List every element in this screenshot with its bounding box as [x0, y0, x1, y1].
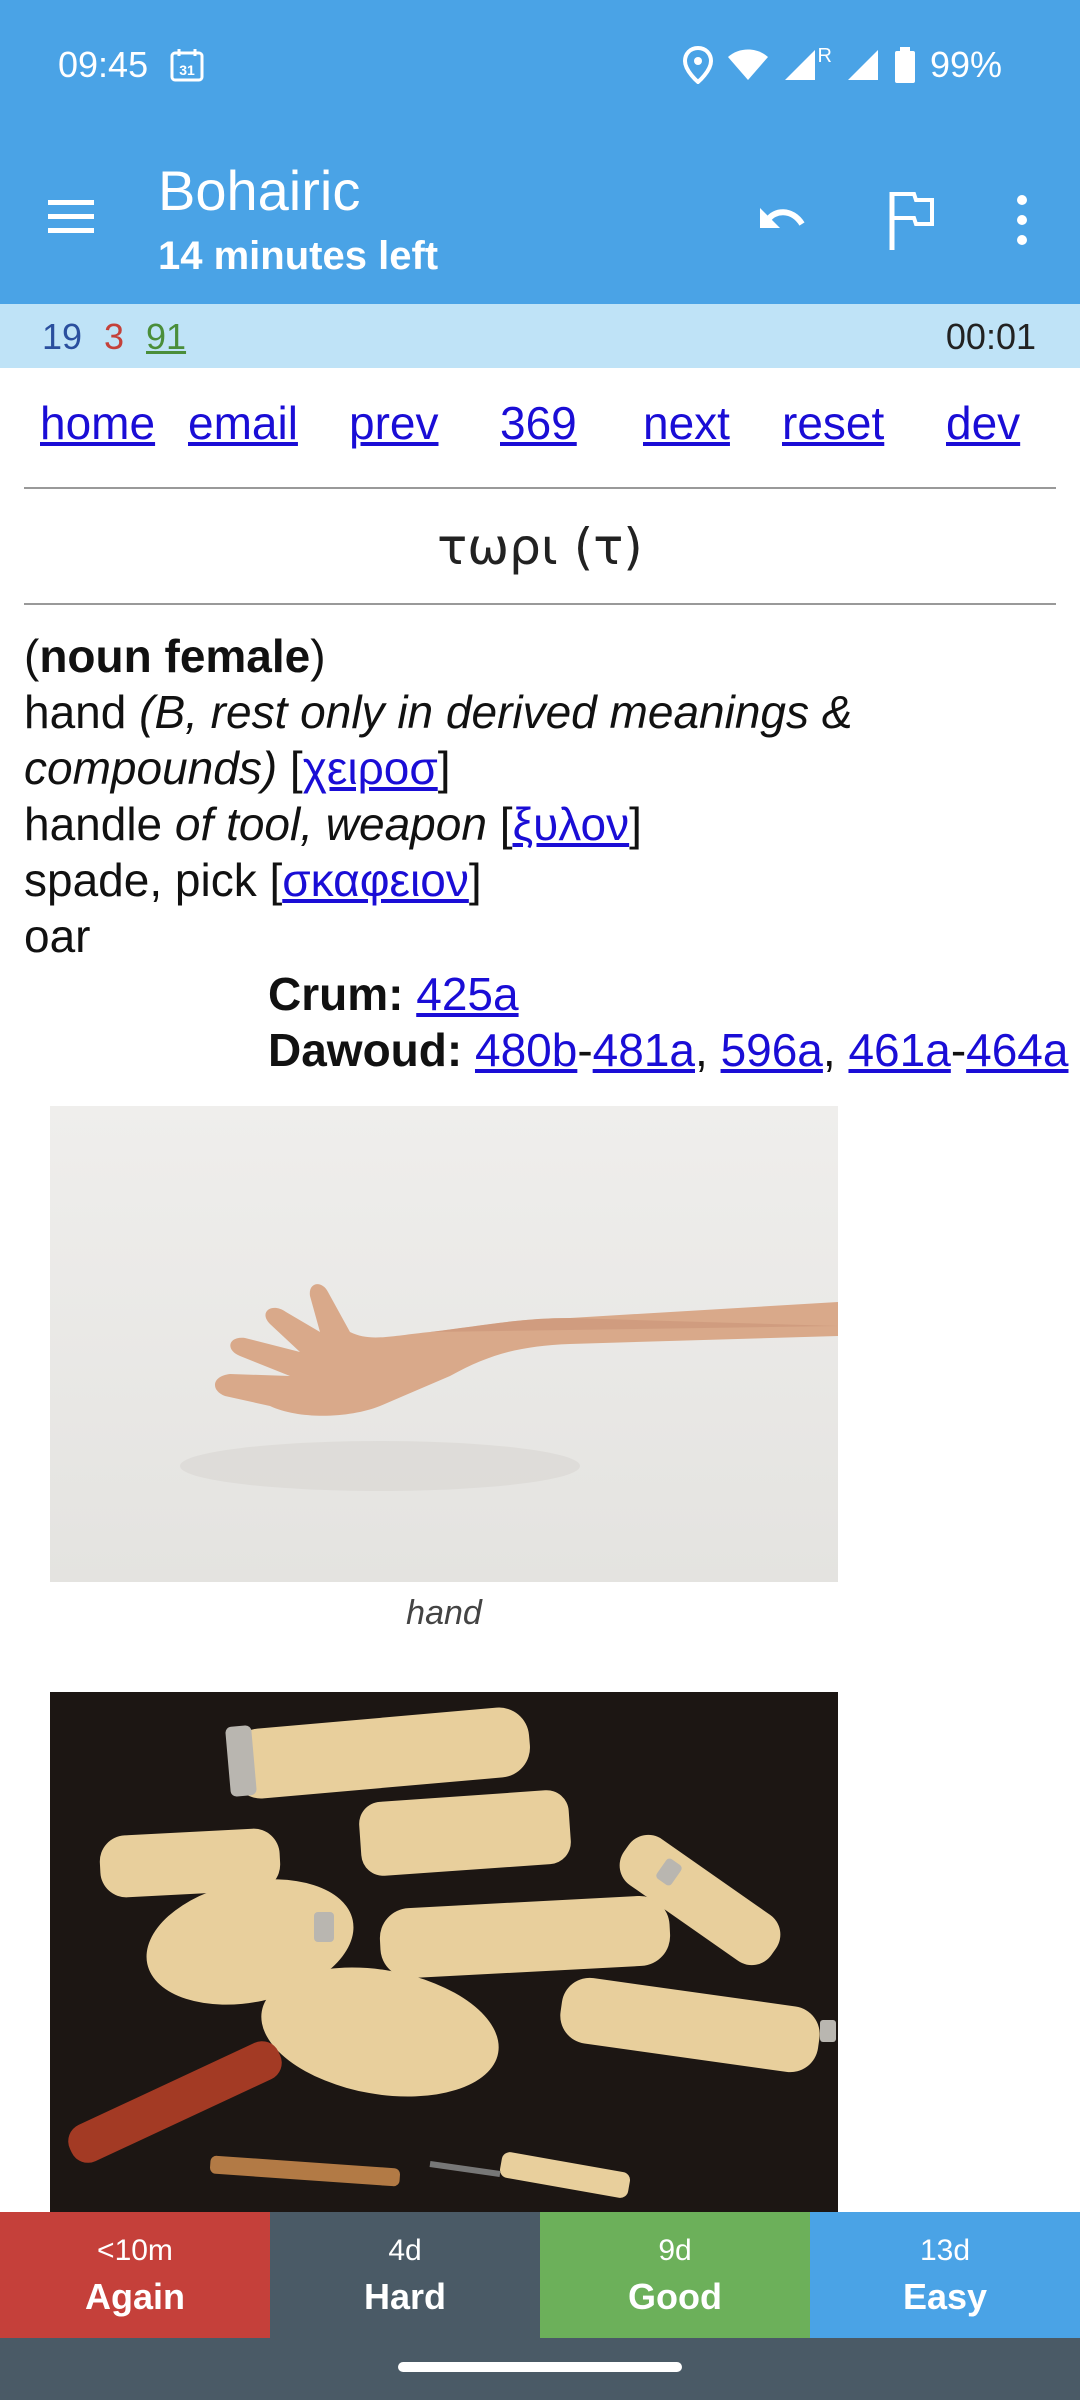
counts-bar: 19 3 91 00:01 — [0, 304, 1080, 368]
dictionary-references: Crum: 425a Dawoud: 480b-481a, 596a, 461a… — [268, 968, 1069, 1076]
good-button[interactable]: 9d Good — [540, 2212, 810, 2338]
easy-interval: 13d — [919, 2234, 971, 2267]
easy-button[interactable]: 13d Easy — [810, 2212, 1080, 2338]
good-interval: 9d — [658, 2234, 692, 2267]
signal-icon — [785, 50, 816, 80]
card-number-link[interactable]: 369 — [500, 396, 577, 450]
reset-link[interactable]: reset — [782, 396, 884, 450]
email-link[interactable]: email — [188, 396, 298, 450]
divider-top — [24, 487, 1056, 489]
status-bar: 09:45 31 R 99% — [0, 0, 1080, 136]
undo-icon[interactable] — [752, 190, 812, 250]
part-of-speech: noun female — [39, 630, 311, 682]
more-options-icon[interactable] — [1000, 188, 1044, 252]
hard-label: Hard — [363, 2276, 447, 2317]
hand-image — [50, 1106, 838, 1582]
calendar-day: 31 — [179, 62, 195, 78]
again-button[interactable]: <10m Again — [0, 2212, 270, 2338]
headword: τωρι (τ) — [437, 518, 643, 576]
easy-label: Easy — [902, 2276, 988, 2317]
dawoud-ref-link[interactable]: 480b — [475, 1024, 577, 1076]
tool-handles-image — [50, 1692, 838, 2212]
greek-link-xylon[interactable]: ξυλον — [513, 798, 630, 850]
battery-icon — [894, 47, 915, 83]
good-label: Good — [628, 2276, 722, 2317]
home-link[interactable]: home — [40, 396, 155, 450]
divider-bottom — [24, 603, 1056, 605]
again-interval: <10m — [97, 2234, 173, 2267]
hand-caption: hand — [406, 1594, 482, 1632]
greek-link-skapheion[interactable]: σκαφειον — [282, 854, 469, 906]
crum-ref-link[interactable]: 425a — [416, 968, 518, 1020]
review-count: 91 — [146, 316, 187, 357]
next-link[interactable]: next — [643, 396, 730, 450]
status-time: 09:45 — [58, 44, 149, 85]
home-gesture-handle[interactable] — [398, 2362, 682, 2372]
flag-icon[interactable] — [884, 188, 940, 252]
wifi-icon — [728, 49, 769, 80]
greek-link-cheiros[interactable]: χειροσ — [303, 742, 438, 794]
dawoud-ref-link[interactable]: 464a — [966, 1024, 1068, 1076]
app-bar: Bohairic 14 minutes left — [0, 136, 1080, 304]
entry-definition: (noun female) hand (B, rest only in deri… — [24, 630, 853, 962]
battery-level: 99% — [929, 44, 1002, 85]
dev-link[interactable]: dev — [946, 396, 1020, 450]
dawoud-ref-link[interactable]: 481a — [593, 1024, 695, 1076]
prev-link[interactable]: prev — [349, 396, 438, 450]
answer-buttons: <10m Again 4d Hard 9d Good 13d Easy — [0, 2212, 1080, 2338]
menu-icon[interactable] — [40, 192, 100, 242]
signal-icon-2 — [847, 50, 878, 80]
calendar-icon: 31 — [170, 49, 204, 82]
status-icons: R 99% — [683, 44, 1002, 86]
hard-interval: 4d — [388, 2234, 422, 2267]
new-count: 19 — [42, 316, 83, 357]
gesture-bar — [0, 2338, 1080, 2400]
roaming-indicator: R — [817, 44, 832, 67]
dawoud-ref-link[interactable]: 461a — [848, 1024, 950, 1076]
dawoud-ref-link[interactable]: 596a — [721, 1024, 823, 1076]
deck-title: Bohairic — [158, 159, 361, 222]
card-timer: 00:01 — [945, 316, 1036, 357]
learning-count: 3 — [104, 316, 125, 357]
again-label: Again — [84, 2276, 185, 2317]
time-left: 14 minutes left — [158, 234, 439, 278]
hard-button[interactable]: 4d Hard — [270, 2212, 540, 2338]
location-icon — [683, 46, 714, 84]
card-nav-links: home email prev 369 next reset dev — [0, 396, 1080, 460]
